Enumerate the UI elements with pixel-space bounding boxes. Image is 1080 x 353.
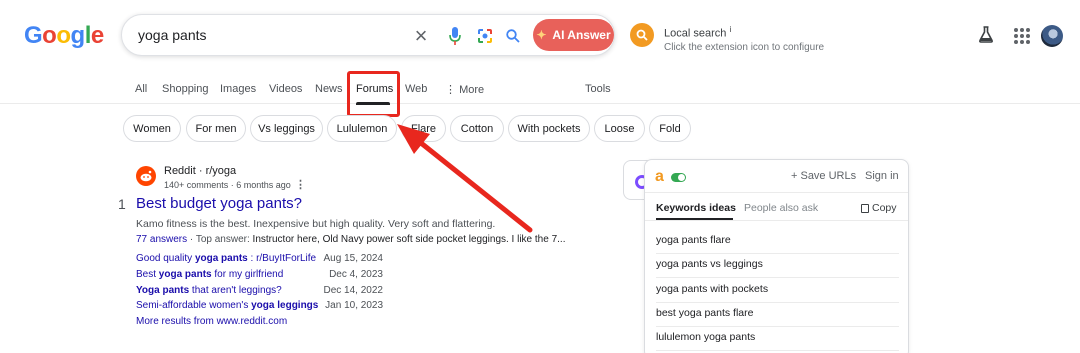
thread-link-text: Best [136, 269, 159, 280]
extension-logo: a [655, 168, 664, 185]
thread-link-text: for my girlfriend [211, 269, 284, 280]
tab-web[interactable]: Web [405, 83, 427, 95]
tab-more[interactable]: ⋮ More [445, 83, 484, 96]
result-meta: 140+ comments · 6 months ago [164, 180, 291, 190]
thread-date: Dec 14, 2022 [323, 285, 384, 296]
answers-link[interactable]: 77 answers [136, 234, 187, 245]
logo-letter: o [42, 22, 57, 49]
logo-letter: g [70, 22, 86, 49]
thread-link-bold: yoga leggings [251, 300, 319, 311]
copy-button[interactable]: Copy [861, 202, 897, 214]
thread-link-text: : r/BuyItForLife [247, 253, 317, 264]
copy-label: Copy [872, 202, 897, 214]
logo-letter: o [56, 22, 71, 49]
vertical-dots-icon: ⋮ [445, 84, 460, 96]
thread-link-bold: yoga pants [158, 269, 212, 280]
divider [645, 192, 908, 193]
annotation-highlight-box [347, 71, 400, 117]
chip-for-men[interactable]: For men [186, 115, 246, 142]
tab-videos[interactable]: Videos [269, 83, 302, 95]
sparkle-icon: ✦ [536, 28, 547, 42]
extension-toggle[interactable] [671, 173, 686, 182]
logo-letter: e [90, 22, 104, 49]
result-top-answer: 77 answers · Top answer: Instructor here… [136, 234, 565, 245]
local-search-subtitle: Click the extension icon to configure [664, 41, 825, 53]
lens-icon[interactable] [474, 25, 496, 47]
chip-with-pockets[interactable]: With pockets [508, 115, 590, 142]
google-logo[interactable]: Google [24, 22, 104, 50]
tab-people-also-ask[interactable]: People also ask [744, 202, 818, 214]
more-options-icon[interactable]: ⋮ [295, 178, 306, 191]
divider [645, 220, 908, 221]
avatar[interactable] [1041, 25, 1063, 47]
keyword-item[interactable]: yoga pants flare [656, 230, 899, 254]
result-title-link[interactable]: Best budget yoga pants? [136, 195, 302, 212]
tab-all[interactable]: All [135, 83, 147, 95]
copy-icon [861, 203, 869, 213]
thread-row[interactable]: Good quality yoga pants : r/BuyItForLife… [136, 253, 383, 264]
more-results-link[interactable]: More results from www.reddit.com [136, 316, 287, 327]
local-search-extension[interactable]: Local search i Click the extension icon … [630, 23, 824, 54]
ai-answer-button[interactable]: ✦ AI Answer [533, 19, 614, 51]
thread-link-bold: yoga pants [194, 253, 248, 264]
save-urls-button[interactable]: + Save URLs [791, 170, 856, 182]
keyword-item[interactable]: yoga pants with pockets [656, 279, 899, 303]
tools-button[interactable]: Tools [585, 83, 611, 95]
thread-link-text: that aren't leggings? [189, 285, 282, 296]
thread-date: Dec 4, 2023 [329, 269, 383, 280]
microphone-icon[interactable] [444, 25, 466, 47]
chip-vs-leggings[interactable]: Vs leggings [250, 115, 323, 142]
keyword-item[interactable]: lululemon yoga pants [656, 327, 899, 351]
thread-row[interactable]: Best yoga pants for my girlfriend Dec 4,… [136, 269, 383, 280]
chip-cotton[interactable]: Cotton [450, 115, 504, 142]
top-answer-text: Instructor here, Old Navy power soft sid… [252, 234, 566, 245]
thread-date: Jan 10, 2023 [325, 300, 383, 311]
tab-news[interactable]: News [315, 83, 343, 95]
reddit-icon[interactable] [136, 166, 156, 186]
keyword-item[interactable]: yoga pants vs leggings [656, 254, 899, 278]
labs-flask-icon[interactable] [978, 26, 994, 48]
thread-date: Aug 15, 2024 [323, 253, 384, 264]
search-icon[interactable] [502, 25, 524, 47]
tab-shopping[interactable]: Shopping [162, 83, 209, 95]
thread-row[interactable]: Semi-affordable women's yoga leggings Ja… [136, 300, 383, 311]
search-tabs: All Shopping Images Videos News Forums W… [0, 78, 1080, 105]
keyword-item[interactable]: best yoga pants flare [656, 303, 899, 327]
result-source[interactable]: Reddit · r/yoga [164, 165, 236, 177]
top-answer-prefix: · Top answer: [187, 234, 253, 245]
local-search-icon[interactable] [630, 23, 654, 47]
thread-link-text: Good quality [136, 253, 195, 264]
search-input[interactable]: yoga pants [138, 27, 207, 43]
google-apps-icon[interactable] [1014, 28, 1030, 44]
chip-women[interactable]: Women [123, 115, 181, 142]
thread-link-text: Semi-affordable women's [136, 300, 252, 311]
logo-letter: G [24, 22, 43, 49]
tab-more-label: More [459, 84, 485, 96]
chip-loose[interactable]: Loose [594, 115, 645, 142]
tab-images[interactable]: Images [220, 83, 256, 95]
thread-row[interactable]: Yoga pants that aren't leggings? Dec 14,… [136, 285, 383, 296]
chip-lululemon[interactable]: Lululemon [327, 115, 397, 142]
result-number: 1 [118, 196, 126, 212]
sign-in-link[interactable]: Sign in [865, 170, 899, 182]
info-icon: i [729, 25, 732, 34]
ai-answer-label: AI Answer [552, 28, 611, 42]
thread-link-bold: Yoga pants [136, 285, 190, 296]
clear-icon[interactable]: × [410, 25, 432, 47]
tab-keywords-ideas[interactable]: Keywords ideas [656, 202, 736, 214]
chip-fold[interactable]: Fold [649, 115, 691, 142]
chip-flare[interactable]: Flare [401, 115, 446, 142]
local-search-title: Local search [664, 27, 727, 40]
search-box[interactable]: yoga pants × ✦ AI Answer [121, 14, 615, 56]
result-snippet: Kamo fitness is the best. Inexpensive bu… [136, 218, 496, 230]
keywords-panel: a + Save URLs Sign in Keywords ideas Peo… [644, 159, 909, 353]
